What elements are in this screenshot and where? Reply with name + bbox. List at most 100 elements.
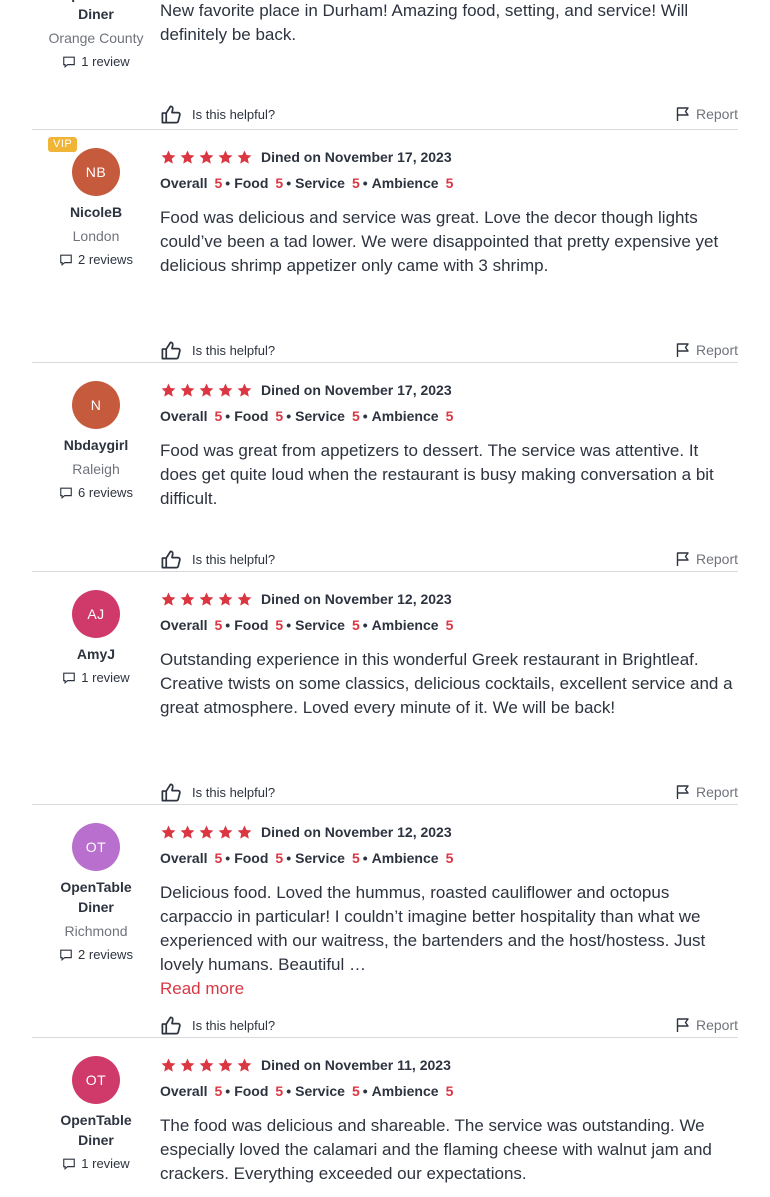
- report-button[interactable]: Report: [675, 551, 738, 567]
- helpful-button[interactable]: Is this helpful?: [160, 548, 275, 571]
- star-icon: [160, 591, 177, 608]
- star-icon: [160, 824, 177, 841]
- review-actions: Is this helpful? Report: [160, 338, 738, 362]
- overall-value: 5: [214, 1083, 223, 1099]
- overall-label: Overall: [160, 1083, 208, 1099]
- avatar-initials: N: [90, 397, 102, 413]
- review-count-label: 1 review: [81, 670, 130, 685]
- flag-icon: [675, 1017, 691, 1033]
- service-value: 5: [351, 175, 360, 191]
- avatar-initials: OT: [85, 1072, 107, 1088]
- comment-icon: [62, 55, 76, 69]
- star-icon: [198, 149, 215, 166]
- review-item: OT OpenTable Diner 1 review Dined on Novemb…: [32, 1037, 738, 1197]
- review-item: OpenTable Diner Orange County 1 review New …: [32, 0, 738, 130]
- comment-icon: [62, 1157, 76, 1171]
- helpful-button[interactable]: Is this helpful?: [160, 781, 275, 804]
- reviewer-name[interactable]: AmyJ: [32, 644, 160, 664]
- reviewer-info: AJ AmyJ 1 review: [32, 590, 160, 688]
- ambience-value: 5: [445, 175, 454, 191]
- review-content: Dined on November 17, 2023 Overall 5 • Food 5…: [160, 378, 738, 569]
- review-item: OT OpenTable Diner Richmond 2 reviews Dined …: [32, 804, 738, 1038]
- star-icon: [236, 382, 253, 399]
- food-label: Food: [234, 1083, 269, 1099]
- star-icon: [217, 824, 234, 841]
- report-button[interactable]: Report: [675, 106, 738, 122]
- avatar-initials: OT: [85, 839, 107, 855]
- ambience-label: Ambience: [371, 850, 439, 866]
- review-count: 2 reviews: [32, 945, 160, 965]
- helpful-button[interactable]: Is this helpful?: [160, 103, 275, 126]
- rating-line: Dined on November 12, 2023: [160, 587, 738, 611]
- food-value: 5: [275, 850, 284, 866]
- report-button[interactable]: Report: [675, 1017, 738, 1033]
- reviewer-name[interactable]: OpenTable Diner: [56, 877, 136, 917]
- ambience-label: Ambience: [371, 617, 439, 633]
- star-icon: [217, 591, 234, 608]
- star-icon: [236, 149, 253, 166]
- star-icon: [217, 1057, 234, 1074]
- sub-ratings: Overall 5 • Food 5 • Service 5 • Ambience 5: [160, 850, 454, 866]
- report-label: Report: [695, 1017, 738, 1033]
- ambience-value: 5: [445, 850, 454, 866]
- avatar[interactable]: N: [72, 381, 120, 429]
- review-content: Dined on November 12, 2023 Overall 5 • Food 5…: [160, 820, 738, 1035]
- star-icon: [217, 382, 234, 399]
- ambience-label: Ambience: [371, 1083, 439, 1099]
- dined-date: Dined on November 11, 2023: [261, 1057, 451, 1073]
- ambience-label: Ambience: [371, 175, 439, 191]
- review-item: NB VIP NicoleB London 2 reviews Dined on Nove…: [32, 129, 738, 363]
- overall-value: 5: [214, 850, 223, 866]
- star-rating: [160, 591, 253, 608]
- overall-value: 5: [214, 408, 223, 424]
- service-label: Service: [295, 617, 345, 633]
- review-count: 2 reviews: [32, 250, 160, 270]
- read-more-link[interactable]: Read more: [160, 977, 738, 1001]
- reviewer-info: OT OpenTable Diner 1 review: [32, 1056, 160, 1174]
- food-value: 5: [275, 175, 284, 191]
- reviewer-location: Orange County: [48, 30, 144, 46]
- review-text: New favorite place in Durham! Amazing fo…: [160, 1, 689, 44]
- review-count-label: 2 reviews: [78, 252, 133, 267]
- reviewer-info: N Nbdaygirl Raleigh 6 reviews: [32, 381, 160, 503]
- overall-label: Overall: [160, 408, 208, 424]
- reviewer-name[interactable]: OpenTable Diner: [56, 1110, 136, 1150]
- flag-icon: [675, 342, 691, 358]
- ambience-value: 5: [445, 1083, 454, 1099]
- reviewer-name[interactable]: NicoleB: [32, 202, 160, 222]
- helpful-button[interactable]: Is this helpful?: [160, 339, 275, 362]
- thumbs-up-icon: [160, 103, 183, 126]
- comment-icon: [59, 253, 73, 267]
- review-content: Dined on November 12, 2023 Overall 5 • Food 5…: [160, 587, 738, 802]
- helpful-button[interactable]: Is this helpful?: [160, 1014, 275, 1037]
- service-label: Service: [295, 1083, 345, 1099]
- review-count-label: 2 reviews: [78, 947, 133, 962]
- avatar[interactable]: AJ: [72, 590, 120, 638]
- star-icon: [160, 382, 177, 399]
- review-actions: Is this helpful? Report: [160, 780, 738, 804]
- food-label: Food: [234, 617, 269, 633]
- review-count: 6 reviews: [32, 483, 160, 503]
- avatar[interactable]: OT: [72, 1056, 120, 1104]
- reviewer-name[interactable]: OpenTable Diner: [56, 0, 136, 24]
- report-button[interactable]: Report: [675, 342, 738, 358]
- avatar[interactable]: NB VIP: [48, 137, 120, 196]
- reviewer-info: OpenTable Diner Orange County 1 review: [32, 0, 160, 72]
- sub-ratings: Overall 5 • Food 5 • Service 5 • Ambience 5: [160, 175, 454, 191]
- reviewer-name[interactable]: Nbdaygirl: [32, 435, 160, 455]
- service-value: 5: [351, 850, 360, 866]
- reviewer-location: London: [72, 228, 120, 244]
- helpful-label: Is this helpful?: [192, 106, 276, 122]
- food-label: Food: [234, 408, 269, 424]
- star-icon: [198, 591, 215, 608]
- rating-line: Dined on November 12, 2023: [160, 820, 738, 844]
- report-label: Report: [695, 342, 738, 358]
- avatar[interactable]: OT: [72, 823, 120, 871]
- star-icon: [160, 149, 177, 166]
- star-icon: [179, 824, 196, 841]
- report-button[interactable]: Report: [675, 784, 738, 800]
- flag-icon: [675, 551, 691, 567]
- star-icon: [198, 1057, 215, 1074]
- ambience-value: 5: [445, 408, 454, 424]
- helpful-label: Is this helpful?: [192, 551, 276, 567]
